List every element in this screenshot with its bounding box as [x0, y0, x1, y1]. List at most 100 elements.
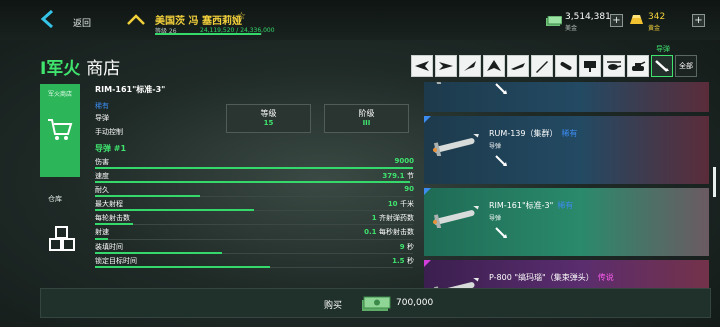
nav-warehouse-label[interactable]: 仓库 — [48, 194, 62, 204]
stat-name: 耐久 — [95, 186, 109, 195]
missile-image-icon — [433, 134, 481, 156]
buy-button[interactable]: 购买 700,000 — [41, 289, 712, 317]
radar-icon — [584, 61, 596, 72]
item-rarity: 稀有 — [95, 102, 109, 110]
shopping-cart-icon — [48, 119, 73, 140]
tab-all[interactable]: 全部 — [675, 55, 697, 77]
star-icon: ☆ — [237, 11, 246, 22]
stat-value: 10 千米 — [387, 200, 414, 209]
stat-unit: 秒 — [407, 242, 414, 251]
stat-row: 耐久 90 — [90, 183, 416, 198]
missile-image-icon — [433, 82, 442, 84]
stat-unit: 节 — [407, 172, 414, 181]
stealth-jet-icon — [487, 60, 501, 71]
rarity-corner — [424, 116, 431, 123]
item-card[interactable]: RIM-161"标准-3" 稀有 导弹 — [424, 188, 709, 256]
missile-selected-icon — [655, 60, 669, 72]
fighter-jet-icon — [415, 61, 429, 71]
tab-missile-selected[interactable] — [651, 55, 673, 77]
stat-name: 锁定目标时间 — [95, 256, 137, 265]
add-gold-button[interactable]: + — [692, 14, 705, 27]
back-arrow-icon — [40, 9, 53, 29]
tab-fighter-jet[interactable] — [411, 55, 433, 77]
item-control: 手动控制 — [95, 128, 123, 136]
tab-rocket[interactable] — [531, 55, 553, 77]
stat-row: 射速 0.1 每秒射击数 — [90, 225, 416, 240]
page-title-main: 商店 — [86, 59, 121, 79]
guided-missile-icon — [495, 83, 507, 94]
rocket-icon — [536, 61, 548, 73]
rarity-corner — [424, 260, 431, 267]
nav-shop[interactable]: 军火商店 — [40, 84, 80, 177]
item-card-name: P-800 "缟玛瑙"（集束弹头） 传说 — [489, 273, 614, 282]
rank-chevron-icon — [127, 13, 145, 25]
nav-shop-label: 军火商店 — [47, 91, 72, 98]
rarity-corner — [424, 188, 431, 195]
item-card-rarity: 稀有 — [561, 129, 578, 138]
guided-missile-icon — [495, 227, 507, 238]
tab-strike-jet[interactable] — [435, 55, 457, 77]
item-type: 导弹 — [95, 114, 109, 122]
stat-name: 伤害 — [95, 158, 109, 166]
back-label[interactable]: 返回 — [73, 16, 91, 29]
tab-bomber[interactable] — [507, 55, 529, 77]
cash-value: 3,514,381 — [565, 12, 611, 22]
level-value: 15 — [263, 119, 274, 127]
item-card[interactable] — [424, 82, 709, 112]
tab-tank[interactable] — [627, 55, 649, 77]
item-card-rarity: 稀有 — [557, 201, 574, 210]
item-card-name: RIM-161"标准-3" 稀有 — [489, 201, 574, 210]
gold-value: 342 — [648, 12, 666, 22]
tab-stealth-jet[interactable] — [483, 55, 505, 77]
back-button[interactable] — [40, 9, 56, 29]
stat-row: 每轮射击数 1 齐射弹药数 — [90, 211, 416, 226]
stat-row: 伤害 9000 — [90, 155, 416, 170]
missile-image-icon — [433, 206, 481, 228]
stat-name: 每轮射击数 — [95, 214, 130, 223]
tab-helicopter[interactable] — [603, 55, 625, 77]
cash-icon — [546, 15, 563, 26]
list-scrollbar[interactable] — [713, 167, 716, 197]
stat-name: 射速 — [95, 228, 109, 237]
tank-icon — [632, 61, 646, 71]
page-title-accent: I军火 — [40, 59, 81, 79]
stat-value: 9 秒 — [399, 242, 414, 251]
item-card-rarity: 传说 — [597, 273, 614, 282]
warehouse-boxes-icon[interactable] — [48, 226, 76, 252]
bomber-icon — [511, 63, 525, 70]
guided-label: 导弹 #1 — [95, 144, 127, 153]
add-cash-button[interactable]: + — [610, 14, 623, 27]
stat-value: 0.1 每秒射击数 — [364, 228, 414, 237]
buy-label: 购买 — [324, 301, 343, 311]
buy-bar: 购买 700,000 — [40, 288, 711, 318]
stat-name: 速度 — [95, 172, 109, 181]
item-name: RIM-161"标准-3" — [95, 85, 166, 94]
top-bar: 返回 美国茨 冯 塞西莉娅 ☆ 等级 26 24,119,520 / 24,33… — [0, 0, 720, 40]
item-card-type: 导弹 — [489, 143, 502, 150]
item-card[interactable]: RUM-139（集群） 稀有 导弹 — [424, 116, 709, 184]
missile-icon — [560, 62, 572, 70]
active-category-label: 导弹 — [656, 45, 670, 53]
cash-stack-icon — [362, 296, 391, 311]
tier-label: 阶级 — [358, 109, 375, 118]
stat-name: 最大射程 — [95, 200, 123, 209]
stat-unit: 秒 — [407, 256, 414, 265]
tier-value: III — [362, 119, 371, 127]
stat-value: 1.5 秒 — [392, 256, 414, 265]
stat-unit: 千米 — [400, 200, 414, 209]
stat-bar-fill — [95, 265, 270, 268]
category-tabs: 全部 — [411, 55, 697, 77]
item-card-type: 导弹 — [489, 215, 502, 222]
tab-missile[interactable] — [555, 55, 577, 77]
stat-row: 速度 379.1 节 — [90, 169, 416, 184]
stat-value: 9000 — [394, 157, 414, 165]
tab-interceptor[interactable] — [459, 55, 481, 77]
tab-radar[interactable] — [579, 55, 601, 77]
gold-label: 黄金 — [648, 25, 661, 32]
guided-missile-icon — [495, 155, 507, 166]
buy-price: 700,000 — [396, 298, 434, 308]
page-title: I军火 商店 — [40, 54, 120, 79]
stats-list: 伤害 9000 速度 379.1 节耐久 90 最大射程 10 千米每轮射击数 1 齐射弹… — [90, 155, 416, 268]
level-box: 等级 15 — [226, 104, 311, 133]
item-list[interactable]: RUM-139（集群） 稀有 导弹 RIM-161"标准-3" 稀有 导弹 P-800 "缟… — [424, 82, 709, 310]
